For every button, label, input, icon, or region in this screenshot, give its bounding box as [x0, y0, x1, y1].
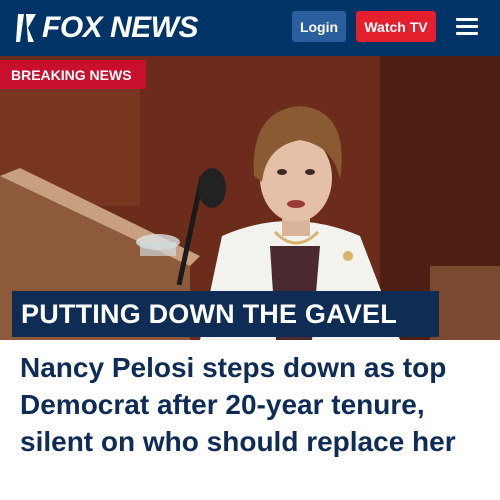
watch-tv-button[interactable]: Watch TV — [356, 11, 436, 42]
site-header: FOX NEWS Login Watch TV — [0, 0, 500, 56]
fox-news-logo[interactable]: FOX NEWS — [14, 8, 199, 48]
fox-logo-icon — [16, 14, 36, 42]
logo-text: FOX NEWS — [42, 11, 199, 44]
hamburger-menu-icon[interactable] — [456, 18, 478, 35]
login-button[interactable]: Login — [292, 11, 346, 42]
breaking-news-badge: BREAKING NEWS — [0, 60, 146, 89]
story-kicker[interactable]: PUTTING DOWN THE GAVEL — [12, 291, 439, 337]
article-headline[interactable]: Nancy Pelosi steps down as top Democrat … — [20, 349, 488, 460]
